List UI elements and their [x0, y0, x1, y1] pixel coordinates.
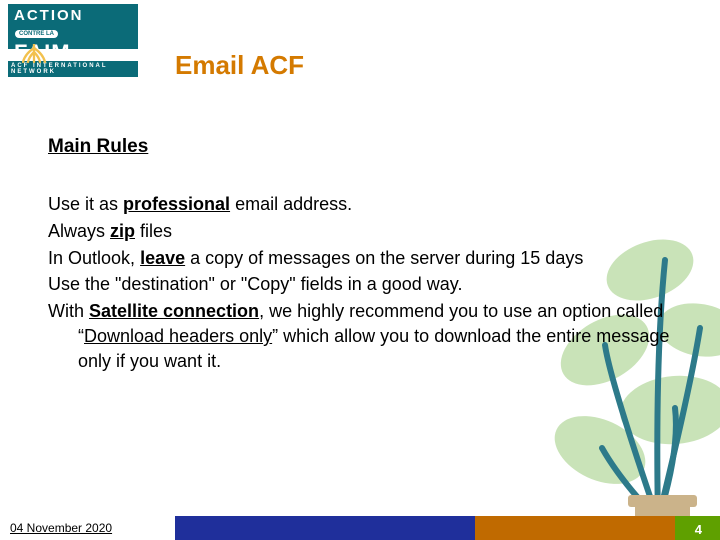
logo-pill: CONTRE LA	[15, 30, 58, 38]
footer-date: 04 November 2020	[0, 516, 175, 540]
logo-line1: ACTION	[14, 7, 84, 24]
page-number: 4	[695, 522, 702, 537]
acf-logo: ACTION CONTRE LA FAIM ACF INTERNATIONAL …	[8, 4, 138, 68]
section-heading: Main Rules	[48, 136, 680, 158]
rule-2: Always zip files	[48, 219, 680, 244]
rule-1: Use it as professional email address.	[48, 192, 680, 217]
footer-orange-segment	[475, 516, 675, 540]
slide-title: Email ACF	[175, 50, 304, 81]
rule-4: Use the "destination" or "Copy" fields i…	[48, 272, 680, 297]
footer-bar: 04 November 2020	[0, 516, 720, 540]
rule-3: In Outlook, leave a copy of messages on …	[48, 246, 680, 271]
footer-blue-segment	[175, 516, 475, 540]
slide: ACTION CONTRE LA FAIM ACF INTERNATIONAL …	[0, 0, 720, 540]
rules-list: Use it as professional email address. Al…	[48, 192, 680, 374]
rule-5: With Satellite connection, we highly rec…	[48, 299, 680, 373]
content-area: Main Rules Use it as professional email …	[48, 136, 680, 374]
logo-roots-icon	[20, 44, 48, 64]
